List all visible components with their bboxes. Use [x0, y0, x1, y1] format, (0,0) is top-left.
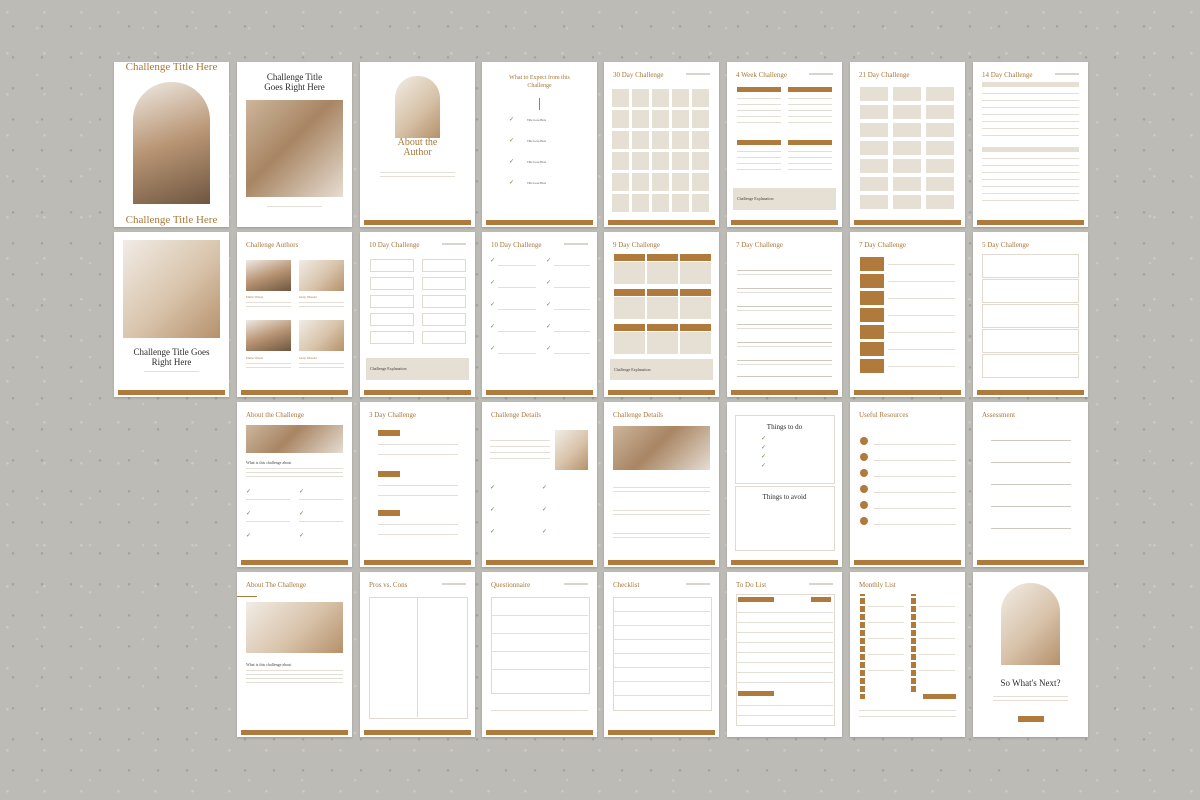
page-heading: Useful Resources — [859, 411, 909, 419]
about-subtitle: What is this challenge about — [246, 662, 292, 667]
page-authors: Challenge Authors Emma Wilson Jenny Whee… — [237, 232, 352, 397]
page-heading: Challenge Details — [613, 411, 663, 419]
page-useful-resources: Useful Resources — [850, 402, 965, 567]
page-14-day: 14 Day Challenge — [973, 62, 1088, 227]
page-heading: 4 Week Challenge — [736, 71, 788, 79]
page-heading: About the Challenge — [246, 411, 304, 419]
page-about-challenge: About the Challenge What is this challen… — [237, 402, 352, 567]
page-whats-next: So What's Next? — [973, 572, 1088, 737]
author-name: Jenny Wheeler — [299, 356, 317, 360]
page-heading: Assessment — [982, 411, 1016, 419]
page-5-day: 5 Day Challenge — [973, 232, 1088, 397]
page-what-to-expect: What to Expect from this Challenge ✓ Tit… — [482, 62, 597, 227]
page-heading: 10 Day Challenge — [491, 241, 542, 249]
page-monthly-list: Monthly List — [850, 572, 965, 737]
explanation-box: Challenge Explanation — [366, 358, 469, 380]
page-heading: 14 Day Challenge — [982, 71, 1033, 79]
page-heading: 10 Day Challenge — [369, 241, 420, 249]
check-icon: ✓ — [509, 159, 515, 165]
page-4-week: 4 Week Challenge Challenge Explanation — [727, 62, 842, 227]
page-title-heading: Challenge Title Goes Right Here — [264, 72, 325, 92]
page-heading: 5 Day Challenge — [982, 241, 1030, 249]
page-heading: Pros vs. Cons — [369, 581, 408, 589]
expect-item: Title Goes Here — [527, 139, 547, 143]
page-checklist: Checklist — [604, 572, 719, 737]
page-9-day: 9 Day Challenge Challenge Explanation — [604, 232, 719, 397]
page-10-day-a: 10 Day Challenge Challenge Explanation — [360, 232, 475, 397]
page-about-the-challenge: About The Challenge What is this challen… — [237, 572, 352, 737]
page-heading: 7 Day Challenge — [859, 241, 907, 249]
things-to-do-title: Things to do — [766, 423, 803, 431]
things-to-avoid-title: Things to avoid — [762, 493, 807, 501]
page-heading: 9 Day Challenge — [613, 241, 661, 249]
title-photo — [246, 100, 343, 197]
page-heading: Monthly List — [859, 581, 896, 589]
author-name: Jenny Wheeler — [299, 295, 317, 299]
cover-title-top: Challenge Title Here — [125, 62, 218, 73]
explanation-label: Challenge Explanation — [737, 196, 774, 201]
title-photo-2 — [123, 240, 220, 338]
expect-item: Title Goes Here — [527, 181, 547, 185]
explanation-label: Challenge Explanation — [370, 366, 407, 371]
about-subtitle: What is this challenge about — [246, 460, 292, 465]
page-assessment: Assessment — [973, 402, 1088, 567]
page-7-day-b: 7 Day Challenge — [850, 232, 965, 397]
page-30-day: 30 Day Challenge — [604, 62, 719, 227]
page-title: Challenge Title Goes Right Here — [237, 62, 352, 227]
title-2-heading: Challenge Title Goes Right Here — [133, 347, 210, 367]
author-name: Emma Wilson — [246, 295, 264, 299]
page-title-2: Challenge Title Goes Right Here — [114, 232, 229, 397]
author-name: Emma Wilson — [246, 356, 264, 360]
expect-item: Title Goes Here — [527, 118, 547, 122]
page-10-day-b: 10 Day Challenge ✓ ✓ ✓ ✓ ✓ ✓ ✓ ✓ ✓ ✓ — [482, 232, 597, 397]
page-to-do-list: To Do List — [727, 572, 842, 737]
page-cover: Challenge Title Here Challenge Title Her… — [114, 62, 229, 227]
page-heading: 30 Day Challenge — [613, 71, 664, 79]
cover-photo — [133, 82, 210, 204]
page-questionnaire: Questionnaire — [482, 572, 597, 737]
check-icon: ✓ — [509, 180, 515, 186]
page-challenge-details-b: Challenge Details — [604, 402, 719, 567]
expect-item: Title Goes Here — [527, 160, 547, 164]
page-heading: Checklist — [613, 581, 640, 589]
page-heading: Challenge Authors — [246, 241, 299, 249]
explanation-label: Challenge Explanation — [614, 367, 651, 372]
page-7-day-a: 7 Day Challenge — [727, 232, 842, 397]
check-icon: ✓ — [509, 138, 515, 144]
page-about-author: About the Author — [360, 62, 475, 227]
explanation-box: Challenge Explanation — [733, 188, 836, 210]
page-things-to-do: Things to do ✓ ✓ ✓ ✓ Things to avoid — [727, 402, 842, 567]
page-heading: About The Challenge — [246, 581, 307, 589]
page-heading: 21 Day Challenge — [859, 71, 910, 79]
page-heading: Challenge Details — [491, 411, 541, 419]
page-3-day: 3 Day Challenge — [360, 402, 475, 567]
about-author-title: About the Author — [397, 137, 438, 158]
explanation-box: Challenge Explanation — [610, 359, 713, 380]
check-icon: ✓ — [509, 117, 515, 123]
call-to-action-button[interactable] — [1018, 716, 1044, 722]
cover-title-bottom: Challenge Title Here — [125, 214, 218, 226]
whats-next-photo — [1001, 583, 1060, 665]
page-heading: 3 Day Challenge — [369, 411, 417, 419]
expect-title: What to Expect from this Challenge — [509, 75, 570, 89]
page-heading: 7 Day Challenge — [736, 241, 784, 249]
page-challenge-details-a: Challenge Details ✓ ✓ ✓ ✓ ✓ ✓ — [482, 402, 597, 567]
page-21-day: 21 Day Challenge — [850, 62, 965, 227]
whats-next-title: So What's Next? — [1000, 678, 1061, 688]
author-photo — [395, 76, 440, 138]
page-heading: To Do List — [736, 581, 767, 589]
page-pros-cons: Pros vs. Cons — [360, 572, 475, 737]
page-heading: Questionnaire — [491, 581, 531, 589]
